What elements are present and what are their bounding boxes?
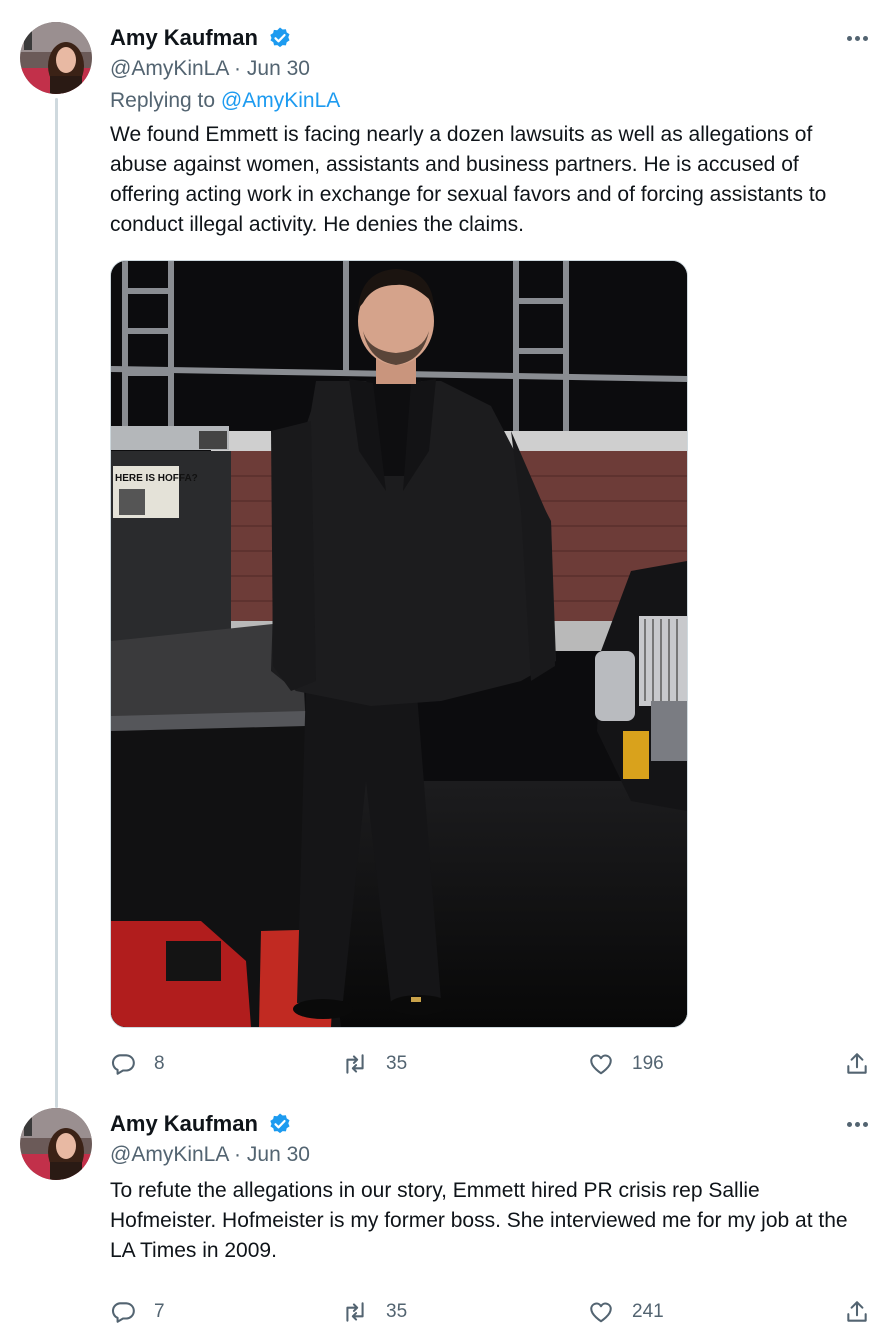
tweet-photo[interactable]: HERE IS HOFFA? [110,260,688,1028]
retweet-action[interactable]: 35 [342,1292,407,1332]
tweet-actions: 7 35 241 [110,1292,870,1332]
tweet-meta: @AmyKinLA · Jun 30 [110,54,870,84]
reply-count: 7 [154,1301,165,1322]
tweet-header: Amy Kaufman [110,1108,870,1140]
like-action[interactable]: 196 [588,1044,664,1084]
meta-separator: · [234,1143,242,1166]
share-action[interactable] [844,1044,870,1084]
tweet-text: We found Emmett is facing nearly a dozen… [110,123,827,236]
photo-sign-text: HERE IS HOFFA? [115,473,198,484]
author-handle[interactable]: @AmyKinLA [110,57,228,80]
share-action[interactable] [844,1292,870,1332]
more-options-icon[interactable] [828,24,868,52]
thread-connector-line [55,98,58,1108]
replying-to-handle-link[interactable]: @AmyKinLA [221,89,340,112]
retweet-action[interactable]: 35 [342,1044,407,1084]
like-count: 196 [632,1053,664,1074]
verified-badge-icon [270,27,290,48]
share-upload-icon [847,1053,867,1074]
verified-badge-icon [270,1113,290,1134]
retweet-count: 35 [386,1053,408,1074]
tweet-header: Amy Kaufman [110,22,870,54]
retweet-count: 35 [386,1301,408,1322]
retweet-icon [346,1302,364,1322]
reply-bubble-icon [111,1302,135,1323]
reply-bubble-icon [111,1054,135,1075]
tweet-actions: 8 35 196 [110,1044,870,1084]
share-upload-icon [847,1301,867,1322]
heart-icon [590,1054,612,1075]
like-action[interactable]: 241 [588,1292,664,1332]
tweet-date[interactable]: Jun 30 [247,1143,310,1166]
reply-count: 8 [154,1053,165,1074]
author-avatar[interactable] [20,1108,92,1180]
tweet-text: To refute the allegations in our story, … [110,1179,848,1262]
author-name[interactable]: Amy Kaufman [110,1108,258,1140]
tweet-2: Amy Kaufman @AmyKinLA · Jun 30 To refute… [110,1108,870,1332]
heart-icon [590,1302,612,1323]
retweet-icon [346,1054,364,1074]
tweet-meta: @AmyKinLA · Jun 30 [110,1140,870,1170]
meta-separator: · [234,57,242,80]
tweet-1: Amy Kaufman @AmyKinLA · Jun 30 Replying … [110,22,870,1084]
reply-action[interactable]: 8 [110,1044,165,1084]
author-handle[interactable]: @AmyKinLA [110,1143,228,1166]
author-name[interactable]: Amy Kaufman [110,22,258,54]
replying-to: Replying to @AmyKinLA [110,84,870,118]
replying-to-label: Replying to [110,89,216,112]
more-options-icon[interactable] [828,1110,868,1138]
like-count: 241 [632,1301,664,1322]
reply-action[interactable]: 7 [110,1292,165,1332]
author-avatar[interactable] [20,22,92,94]
tweet-date[interactable]: Jun 30 [247,57,310,80]
